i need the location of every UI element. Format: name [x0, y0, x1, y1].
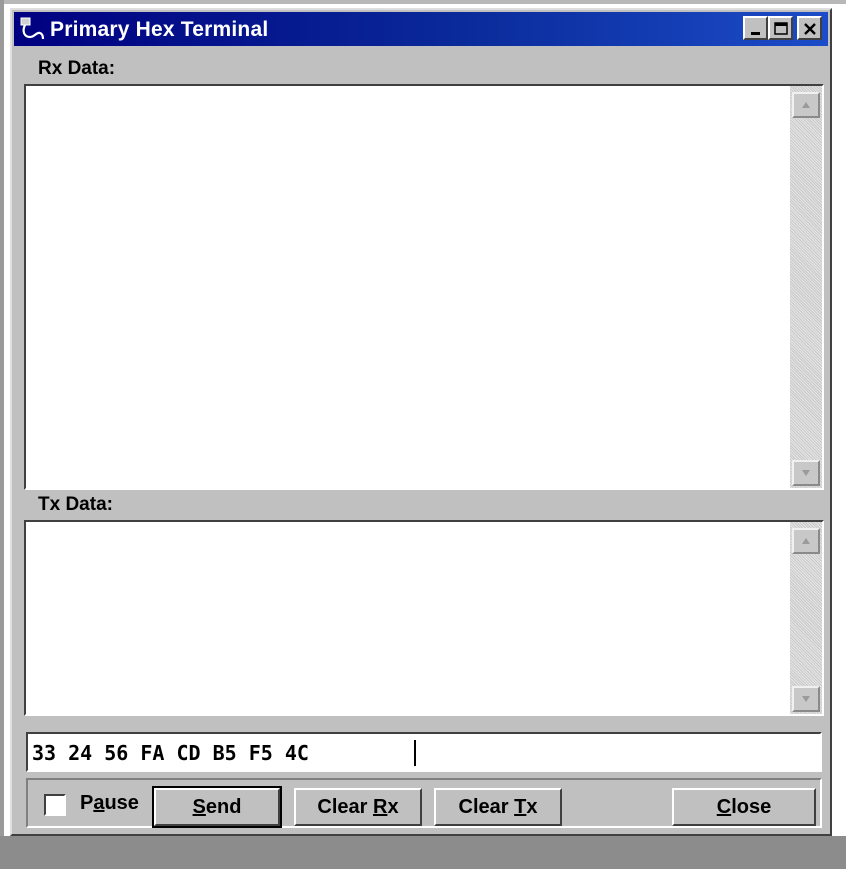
- hex-entry-value: 33 24 56 FA CD B5 F5 4C: [32, 741, 321, 765]
- tx-scroll-up-button[interactable]: [792, 528, 820, 554]
- minimize-icon: [751, 32, 760, 35]
- rx-data-label: Rx Data:: [38, 58, 116, 79]
- arrow-down-icon: [802, 470, 810, 476]
- maximize-button[interactable]: [768, 16, 793, 40]
- pause-label[interactable]: Pause: [80, 792, 139, 815]
- button-bar: Pause Send Clear Rx Clear Tx Close: [26, 778, 822, 828]
- clear-rx-button[interactable]: Clear Rx: [294, 788, 422, 826]
- rx-data-area[interactable]: [24, 84, 824, 490]
- taskbar-strip: [0, 836, 846, 869]
- title-bar[interactable]: Primary Hex Terminal: [14, 12, 828, 46]
- pause-checkbox[interactable]: [44, 794, 66, 816]
- send-button[interactable]: Send: [152, 786, 282, 828]
- terminal-window: Primary Hex Terminal Rx Data: Tx Data: 3…: [10, 8, 832, 836]
- tx-data-label: Tx Data:: [38, 494, 113, 515]
- text-caret: [414, 740, 416, 766]
- desktop-edge-top: [0, 0, 846, 4]
- tx-scroll-down-button[interactable]: [792, 686, 820, 712]
- clear-tx-button[interactable]: Clear Tx: [434, 788, 562, 826]
- rx-scroll-down-button[interactable]: [792, 460, 820, 486]
- close-window-button[interactable]: [797, 16, 822, 40]
- rx-scrollbar[interactable]: [790, 86, 822, 488]
- hex-entry-field[interactable]: 33 24 56 FA CD B5 F5 4C: [26, 732, 822, 772]
- window-title: Primary Hex Terminal: [50, 18, 269, 41]
- tx-data-area[interactable]: [24, 520, 824, 716]
- rx-scroll-up-button[interactable]: [792, 92, 820, 118]
- close-icon: [804, 23, 816, 35]
- tx-scrollbar[interactable]: [790, 522, 822, 714]
- serial-cable-icon: [20, 17, 45, 40]
- maximize-icon: [774, 22, 788, 35]
- minimize-button[interactable]: [743, 16, 768, 40]
- arrow-down-icon: [802, 696, 810, 702]
- desktop-edge-left: [0, 0, 4, 869]
- arrow-up-icon: [802, 102, 810, 108]
- arrow-up-icon: [802, 538, 810, 544]
- close-button[interactable]: Close: [672, 788, 816, 826]
